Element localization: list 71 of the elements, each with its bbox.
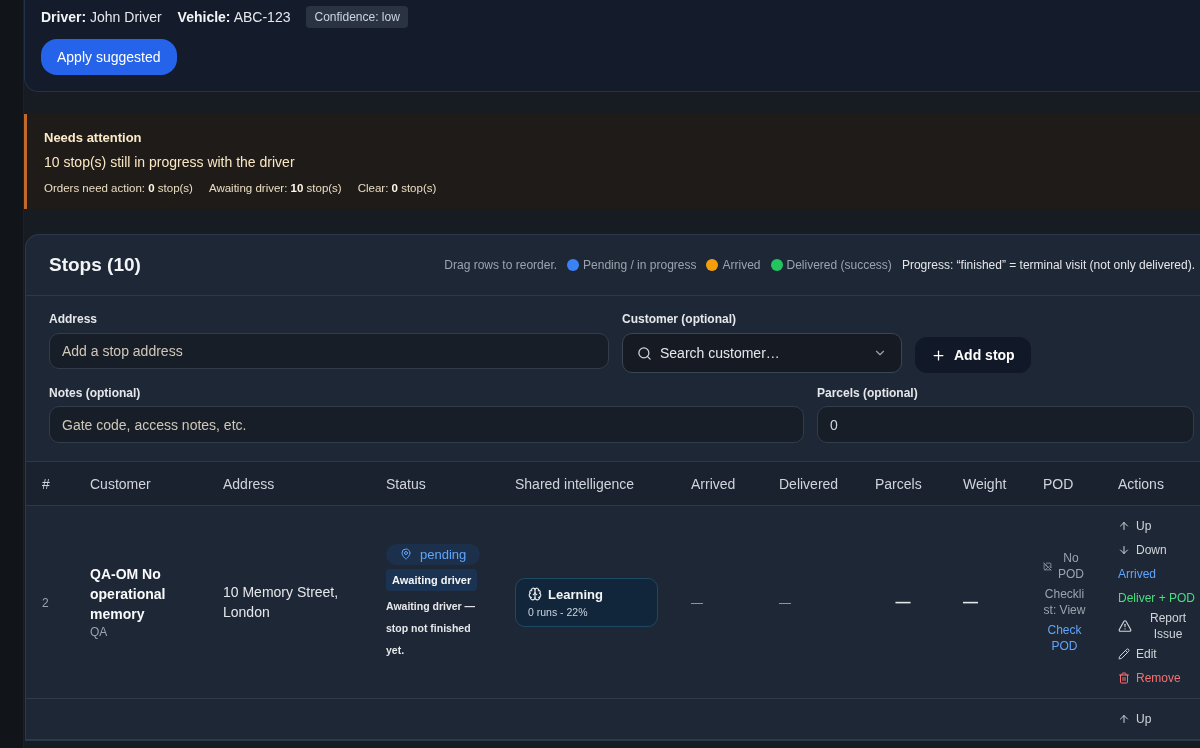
intelligence-detail: 0 runs - 22%	[528, 605, 589, 618]
column-header: POD	[1027, 461, 1102, 506]
summary-text: Orders need action: 0 stop(s)	[44, 181, 193, 196]
column-header: Status	[370, 461, 499, 506]
column-header: #	[26, 461, 74, 506]
intelligence-title: Learning	[548, 586, 603, 602]
summary-text: Awaiting driver: 10 stop(s)	[208, 181, 342, 196]
brain-icon	[528, 587, 542, 601]
field-label: Customer (optional)	[622, 311, 737, 327]
column-header: Weight	[947, 461, 1027, 506]
field-label: Notes (optional)	[49, 385, 142, 401]
column-header: Address	[207, 461, 370, 506]
customer-search-input[interactable]: Search customer…	[660, 343, 865, 363]
checklist-text: Checklist: View	[1043, 586, 1086, 618]
map-pin-icon	[400, 548, 412, 560]
pod-status: No POD	[1057, 550, 1085, 582]
pencil-icon	[1118, 648, 1130, 660]
column-header: Delivered	[763, 461, 859, 506]
edit-button[interactable]: Edit	[1118, 642, 1198, 666]
arrived-value: —	[691, 596, 703, 610]
arrived-button[interactable]: Arrived	[1118, 562, 1198, 586]
move-up-button[interactable]: Up	[1118, 514, 1198, 538]
column-header: Arrived	[675, 461, 763, 506]
attention-message: 10 stop(s) still in progress with the driver	[44, 153, 296, 172]
row-number: 2	[42, 596, 49, 610]
add-stop-button[interactable]: Add stop	[915, 337, 1031, 373]
progress-note: Progress: “finished” = terminal visit (not only delivered).	[901, 258, 1195, 272]
customer-code: QA	[90, 624, 109, 640]
column-header: Parcels	[859, 461, 947, 506]
field-label: Address	[49, 311, 99, 327]
deliver-button[interactable]: Deliver + POD	[1118, 586, 1198, 610]
customer-name: QA-OM No operational memory	[90, 565, 167, 624]
confidence-tag: Confidence: low	[306, 6, 408, 28]
status-text: pending	[420, 546, 467, 562]
legend-label: Arrived	[722, 258, 761, 272]
field-label: Parcels (optional)	[817, 385, 919, 401]
customer-select[interactable]: Search customer…	[622, 333, 902, 373]
address-input[interactable]: Add a stop address	[49, 333, 609, 369]
move-up-button[interactable]: Up	[1118, 707, 1198, 731]
warning-icon	[1118, 619, 1132, 633]
column-header: Customer	[74, 461, 207, 506]
image-off-icon	[1043, 561, 1052, 571]
search-icon	[637, 345, 652, 361]
move-down-button[interactable]: Down	[1118, 538, 1198, 562]
remove-button[interactable]: Remove	[1118, 666, 1198, 690]
arrow-up-icon	[1118, 520, 1130, 532]
stops-title: Stops (10)	[49, 254, 141, 276]
parcels-value: —	[895, 593, 911, 610]
arrow-down-icon	[1118, 544, 1130, 556]
notes-input[interactable]: Gate code, access notes, etc.	[49, 406, 804, 443]
reorder-hint: Drag rows to reorder.	[444, 258, 558, 272]
status-tag: Awaiting driver	[386, 568, 478, 591]
vehicle-text: Vehicle: ABC-123	[177, 9, 291, 25]
attention-title: Needs attention	[44, 129, 143, 147]
weight-value: —	[963, 593, 978, 610]
delivered-value: —	[779, 596, 791, 610]
status-note: Awaiting driver — stop not finished yet.	[386, 598, 477, 658]
summary-text: Clear: 0 stop(s)	[357, 181, 437, 196]
parcels-input[interactable]: 0	[817, 406, 1194, 443]
column-header: Actions	[1102, 461, 1200, 506]
check-pod-link[interactable]: Check POD	[1042, 622, 1087, 654]
trash-icon	[1118, 672, 1130, 684]
address-text: 10 Memory Street, London	[223, 584, 339, 620]
legend-label: Delivered (success)	[786, 258, 892, 272]
driver-text: Driver: John Driver	[41, 9, 162, 25]
report-issue-button[interactable]: Report Issue	[1118, 610, 1198, 642]
legend-label: Pending / in progress	[583, 258, 697, 272]
arrow-up-icon	[1118, 713, 1130, 725]
plus-icon	[931, 347, 946, 363]
column-header: Shared intelligence	[499, 461, 675, 506]
apply-suggested-button[interactable]: Apply suggested	[41, 39, 177, 75]
